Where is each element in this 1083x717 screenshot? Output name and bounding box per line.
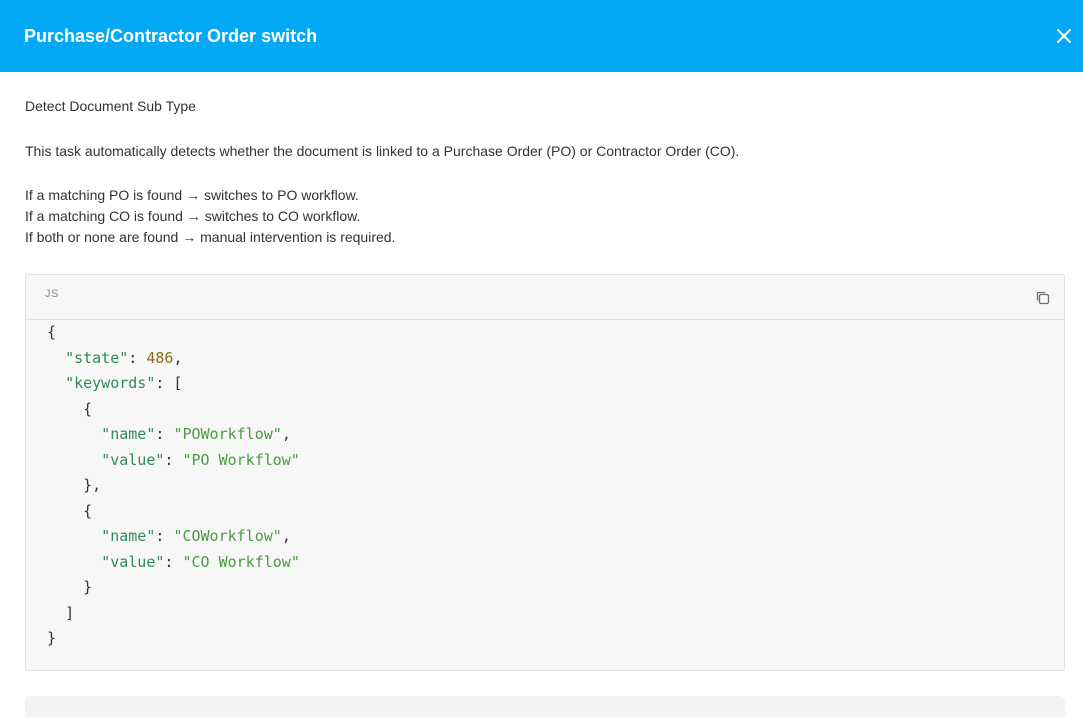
code-key: "keywords": [65, 374, 156, 392]
code-key: "state": [65, 348, 129, 367]
rule-po: If a matching PO is found → switches to …: [25, 187, 359, 203]
code-header: JS: [26, 275, 1064, 320]
code-string: "COWorkflow": [173, 527, 282, 545]
rule-manual: If both or none are found → manual inter…: [25, 229, 396, 245]
code-key: "value": [101, 552, 165, 571]
code-content: { "state": 486, "keywords": [ { "name": …: [47, 323, 300, 647]
code-language-label: JS: [45, 288, 59, 300]
dialog-body: Detect Document Sub Type This task autom…: [25, 94, 1065, 248]
code-block: JS { "state": 486, "keywords": [ { "name…: [25, 274, 1065, 671]
code-string: "PO Workflow": [182, 450, 300, 469]
code-key: "name": [101, 527, 156, 545]
rule-co: If a matching CO is found → switches to …: [25, 208, 361, 224]
code-key: "value": [101, 450, 165, 469]
code-string: "CO Workflow": [182, 552, 300, 571]
copy-icon: [1036, 291, 1050, 305]
code-number: 486: [146, 348, 174, 367]
dialog-title: Purchase/Contractor Order switch: [24, 26, 318, 46]
task-subtitle: Detect Document Sub Type: [25, 98, 196, 114]
rules-list: If a matching PO is found → switches to …: [25, 185, 1065, 248]
close-icon: [1057, 29, 1071, 43]
bottom-panel: [25, 696, 1065, 717]
code-string: "POWorkflow": [173, 425, 282, 443]
dialog-header: Purchase/Contractor Order switch: [0, 0, 1083, 72]
dialog: Purchase/Contractor Order switch Detect …: [0, 0, 1083, 717]
code-key: "name": [101, 425, 156, 443]
close-button[interactable]: [1052, 24, 1076, 48]
copy-button[interactable]: [1034, 289, 1052, 307]
task-description: This task automatically detects whether …: [25, 143, 740, 159]
